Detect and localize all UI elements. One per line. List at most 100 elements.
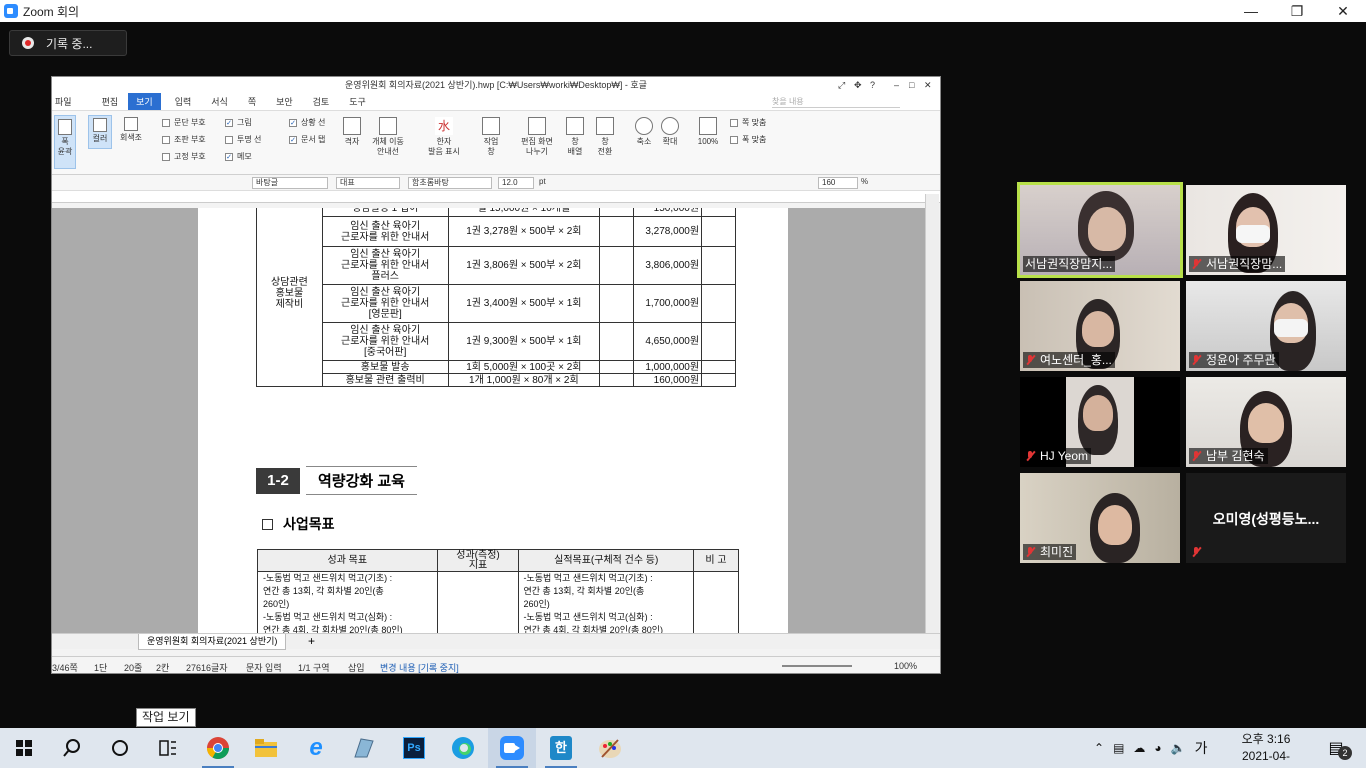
search-button[interactable] [48,728,96,768]
object-nav-icon [379,117,397,135]
item-cell: 임신 출산 육아기 근로자를 위한 안내서 [321,216,449,247]
zoom-in-button[interactable]: 확대 [658,117,682,147]
edge-taskbar-button[interactable] [439,728,487,768]
battery-icon[interactable]: ▤ [1113,741,1124,755]
hwp-taskbar-button[interactable]: 한 [537,728,585,768]
grayscale-button[interactable]: 회색조 [116,115,146,149]
hwp-maximize-button[interactable]: □ [909,77,914,93]
cortana-button[interactable] [96,728,144,768]
fit-width-button[interactable]: 폭 맞춤 [730,134,766,145]
picture-checkbox[interactable]: ✓ 그림 [225,117,252,128]
window-arrange-button[interactable]: 창 배열 [562,117,588,157]
minimize-button[interactable]: — [1228,0,1274,22]
arrange-icon [566,117,584,135]
find-input[interactable]: 찾을 내용 [772,96,900,108]
document-page[interactable]: 상담관련 홍보물 제작비 정담일정 1 접이 실 15,000원 × 10개월 … [198,208,788,637]
font-select[interactable]: 함초롬바탕 [408,177,492,189]
zoom-out-button[interactable]: 축소 [632,117,656,147]
action-center-button[interactable]: ▤ 2 [1312,728,1360,768]
start-button[interactable] [0,728,48,768]
edit-split-button[interactable]: 편집 화면 나누기 [516,117,558,157]
budget-table: 상담관련 홍보물 제작비 정담일정 1 접이 실 15,000원 × 10개월 … [256,208,736,387]
volume-icon[interactable]: 🔈 [1171,741,1186,755]
notification-count: 2 [1338,746,1352,760]
checkbox-bullet-icon [262,518,273,530]
menu-review[interactable]: 검토 [303,95,340,108]
ie-taskbar-button[interactable]: e [292,728,340,768]
zoom-select[interactable]: 160 [818,177,858,189]
ime-indicator[interactable]: 가 [1195,738,1208,758]
font-size-input[interactable]: 12.0 [498,177,534,189]
status-line-checkbox[interactable]: ✓ 상황 선 [289,117,325,128]
hwp-menubar: 파일 편집 보기 입력 서식 쪽 보안 검토 도구 찾을 내용 [52,93,940,111]
participant-tile-3[interactable]: 여노센터_홍... [1020,281,1180,371]
doc-tab-checkbox[interactable]: ✓ 문서 탭 [289,134,325,145]
onedrive-icon[interactable]: ☁ [1133,741,1145,755]
zoom-slider[interactable] [782,665,852,667]
wifi-icon[interactable]: ◕ [1154,741,1161,755]
menu-insert[interactable]: 입력 [161,95,202,108]
tray-expand-icon[interactable]: ⌃ [1094,741,1104,755]
zoom-100-button[interactable]: 100% [694,117,722,147]
photoshop-taskbar-button[interactable]: Ps [390,728,438,768]
explorer-taskbar-button[interactable] [242,728,290,768]
document-canvas[interactable]: 상담관련 홍보물 제작비 정담일정 1 접이 실 15,000원 × 10개월 … [52,208,930,637]
participant-tile-1[interactable]: 서남권직장맘지... [1017,182,1183,278]
paint-taskbar-button[interactable] [586,728,634,768]
hwp-expand-icon[interactable]: ⤢ [838,77,845,93]
taskview-button[interactable] [144,728,192,768]
window-switch-button[interactable]: 창 전환 [592,117,618,157]
hanja-button[interactable]: 水 한자 발음 표시 [424,117,464,157]
status-track-changes[interactable]: 변경 내용 [기록 중지] [380,661,459,673]
participant-tile-2[interactable]: 서남권직장맘... [1186,185,1346,275]
hwp-minimize-button[interactable]: – [894,77,899,93]
transparent-line-checkbox[interactable]: 투명 선 [225,134,261,145]
menu-file[interactable]: 파일 [52,95,92,108]
grid-button[interactable]: 격자 [340,117,364,147]
style-select[interactable]: 바탕글 [252,177,328,189]
goals-table: 성과 목표 성과(측정) 지표 실적목표(구체적 건수 등) 비 고 -노동법 … [257,549,739,637]
chrome-taskbar-button[interactable] [194,728,242,768]
header-cell: 실적목표(구체적 건수 등) [518,549,695,572]
object-nav-button[interactable]: 개체 이동 안내선 [368,117,408,157]
fit-page-button[interactable]: 쪽 맞춤 [730,117,766,128]
task-window-button[interactable]: 작업 창 [478,117,504,157]
vertical-scrollbar[interactable] [925,194,939,633]
chrome-icon [207,737,229,759]
page-outline-button[interactable]: 폭 윤곽 [54,115,76,169]
hwp-close-button[interactable]: ✕ [924,77,932,93]
participant-tile-8[interactable]: 오미영(성평등노... [1186,473,1346,563]
maximize-button[interactable]: ❐ [1274,0,1320,22]
close-button[interactable]: ✕ [1320,0,1366,22]
participant-tile-5[interactable]: HJ Yeom [1020,377,1180,467]
participant-tile-4[interactable]: 정윤아 주무관 [1186,281,1346,371]
menu-security[interactable]: 보안 [266,95,303,108]
recording-indicator[interactable]: 기록 중... [9,30,127,56]
mic-muted-icon [1191,546,1201,558]
hwp-help-icon[interactable]: ? [870,77,875,93]
clock-date: 2021-04-20 [1241,749,1291,768]
participant-tile-7[interactable]: 최미진 [1020,473,1180,563]
para-mark-checkbox[interactable]: 문단 부호 [162,117,206,128]
app-taskbar-button[interactable] [340,728,388,768]
object-mark-checkbox[interactable]: 조판 부호 [162,134,206,145]
participant-name-large: 오미영(성평등노... [1212,511,1320,527]
language-select[interactable]: 대표 [336,177,400,189]
menu-page[interactable]: 쪽 [238,95,266,108]
taskbar-clock[interactable]: 오후 3:16 2021-04-20 [1236,731,1296,768]
menu-tools[interactable]: 도구 [339,95,376,108]
document-tab[interactable]: 운영위원회 회의자료(2021 상반기) [138,634,287,650]
menu-format[interactable]: 서식 [201,95,238,108]
zoom-taskbar-button[interactable] [488,728,536,768]
menu-edit[interactable]: 편집 [92,95,129,108]
menu-view[interactable]: 보기 [128,93,161,110]
participant-tile-6[interactable]: 남부 김현숙 [1186,377,1346,467]
horizontal-ruler[interactable] [52,191,940,203]
add-tab-icon[interactable]: + [308,635,315,647]
mic-muted-icon [1025,546,1035,558]
memo-checkbox[interactable]: ✓ 메모 [225,151,252,162]
participant-name: 남부 김현숙 [1189,448,1268,464]
color-button[interactable]: 컬러 [88,115,112,149]
hwp-move-icon[interactable]: ✥ [854,77,862,93]
fixed-mark-checkbox[interactable]: 고정 부호 [162,151,206,162]
